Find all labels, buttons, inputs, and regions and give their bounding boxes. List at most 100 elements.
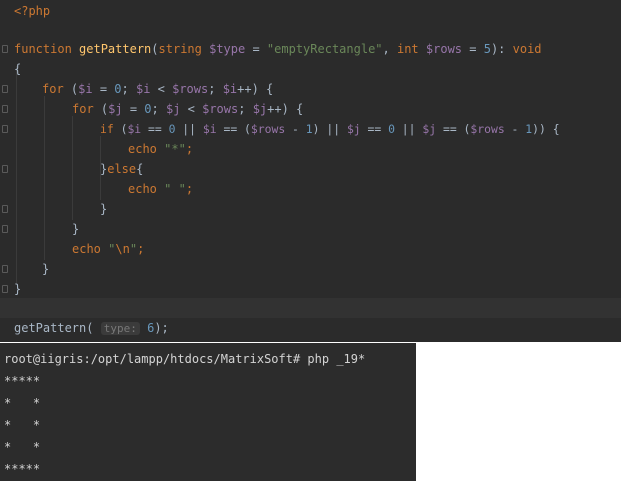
punct: , xyxy=(382,42,397,56)
code-line-close-function: } xyxy=(14,279,21,299)
type: string xyxy=(158,42,202,56)
punct: ; xyxy=(151,102,166,116)
variable: $j xyxy=(108,102,123,116)
string: "*" xyxy=(164,142,186,156)
keyword: for xyxy=(72,102,94,116)
punct: < xyxy=(150,82,173,96)
code-line-else: }else{ xyxy=(100,159,143,179)
punct: = xyxy=(122,102,145,116)
punct: == ( xyxy=(216,122,251,136)
fold-marker-icon[interactable] xyxy=(2,165,8,173)
fold-marker-icon[interactable] xyxy=(2,45,8,53)
variable: $j xyxy=(252,102,268,116)
code-line-echo-newline: echo "\n"; xyxy=(72,239,144,259)
fold-marker-icon[interactable] xyxy=(2,125,8,133)
punct: ( xyxy=(113,122,128,136)
punct: || xyxy=(175,122,203,136)
number: 1 xyxy=(305,122,313,136)
variable: $rows xyxy=(425,42,463,56)
number: 0 xyxy=(114,82,122,96)
code-line-call: getPattern( type: 6); xyxy=(14,318,169,339)
punct: == xyxy=(141,122,169,136)
code-editor[interactable]: <?php function getPattern(string $type =… xyxy=(0,0,621,342)
number: 5 xyxy=(483,42,491,56)
terminal-output-line: * * xyxy=(4,396,41,410)
code-line-if: if ($i == 0 || $i == ($rows - 1) || $j =… xyxy=(100,119,560,139)
punct: ; xyxy=(185,182,194,196)
punct: ; xyxy=(238,102,253,116)
keyword: if xyxy=(100,122,114,136)
punct: - xyxy=(285,122,306,136)
string: " xyxy=(129,242,138,256)
punct: )) { xyxy=(532,122,560,136)
brace: { xyxy=(136,162,144,176)
code-line-close-for-i: } xyxy=(42,259,49,279)
keyword: for xyxy=(42,82,64,96)
code-line-close-for-j: } xyxy=(72,219,79,239)
terminal-output-line: * * xyxy=(4,418,41,432)
variable: $i xyxy=(135,82,151,96)
code-line-for-i: for ($i = 0; $i < $rows; $i++) { xyxy=(42,79,273,99)
fold-marker-icon[interactable] xyxy=(2,225,8,233)
type: int xyxy=(396,42,419,56)
variable: $rows xyxy=(470,122,505,136)
brace: } xyxy=(100,202,108,216)
punct: == ( xyxy=(436,122,471,136)
code-line-1: <?php xyxy=(14,1,50,21)
punct: || xyxy=(394,122,423,136)
terminal-panel[interactable]: root@iigris:/opt/lampp/htdocs/MatrixSoft… xyxy=(0,343,416,481)
punct: ; xyxy=(185,142,194,156)
punct: ( xyxy=(93,102,109,116)
escape-sequence: \n xyxy=(115,242,130,256)
code-line-function: function getPattern(string $type = "empt… xyxy=(14,39,542,59)
string: "emptyRectangle" xyxy=(266,42,383,56)
variable: $rows xyxy=(250,122,286,136)
terminal-output-line: ***** xyxy=(4,462,41,476)
variable: $rows xyxy=(172,82,209,96)
punct: ) || xyxy=(312,122,347,136)
code-line-for-j: for ($j = 0; $j < $rows; $j++) { xyxy=(72,99,303,119)
indent-guide xyxy=(16,66,17,284)
punct: ++) { xyxy=(237,82,274,96)
fold-marker-icon[interactable] xyxy=(2,285,8,293)
number: 0 xyxy=(144,102,152,116)
return-type: void xyxy=(512,42,542,56)
brace: } xyxy=(42,262,50,276)
current-line-highlight xyxy=(0,298,621,318)
brace: } xyxy=(72,222,80,236)
punct: = xyxy=(92,82,115,96)
punct: ): xyxy=(490,42,513,56)
string: " " xyxy=(164,182,186,196)
punct: ( xyxy=(151,42,159,56)
fold-marker-icon[interactable] xyxy=(2,265,8,273)
blank-area xyxy=(416,343,621,481)
php-open-tag: <?php xyxy=(14,4,51,18)
variable: $j xyxy=(422,122,437,136)
keyword: echo xyxy=(72,242,101,256)
punct: ( xyxy=(63,82,79,96)
punct: == xyxy=(360,122,389,136)
terminal-output-line: ***** xyxy=(4,374,41,388)
variable: $i xyxy=(222,82,238,96)
code-line-echo-space: echo " "; xyxy=(128,179,193,199)
variable: $i xyxy=(78,82,93,96)
keyword: function xyxy=(14,42,72,56)
variable: $j xyxy=(165,102,181,116)
punct: ; xyxy=(121,82,136,96)
punct: ; xyxy=(208,82,223,96)
punct: < xyxy=(180,102,203,116)
keyword: echo xyxy=(128,182,157,196)
fold-marker-icon[interactable] xyxy=(2,105,8,113)
punct: ++) { xyxy=(267,102,304,116)
terminal-prompt: root@iigris:/opt/lampp/htdocs/MatrixSoft… xyxy=(4,352,366,366)
brace: { xyxy=(14,62,22,76)
fold-marker-icon[interactable] xyxy=(2,205,8,213)
indent-guide xyxy=(72,116,73,220)
punct: = xyxy=(462,42,484,56)
terminal-output-line: * * xyxy=(4,440,41,454)
keyword: echo xyxy=(128,142,157,156)
variable: $i xyxy=(202,122,217,136)
fold-marker-icon[interactable] xyxy=(2,85,8,93)
number: 0 xyxy=(388,122,395,136)
variable: $type xyxy=(209,42,246,56)
